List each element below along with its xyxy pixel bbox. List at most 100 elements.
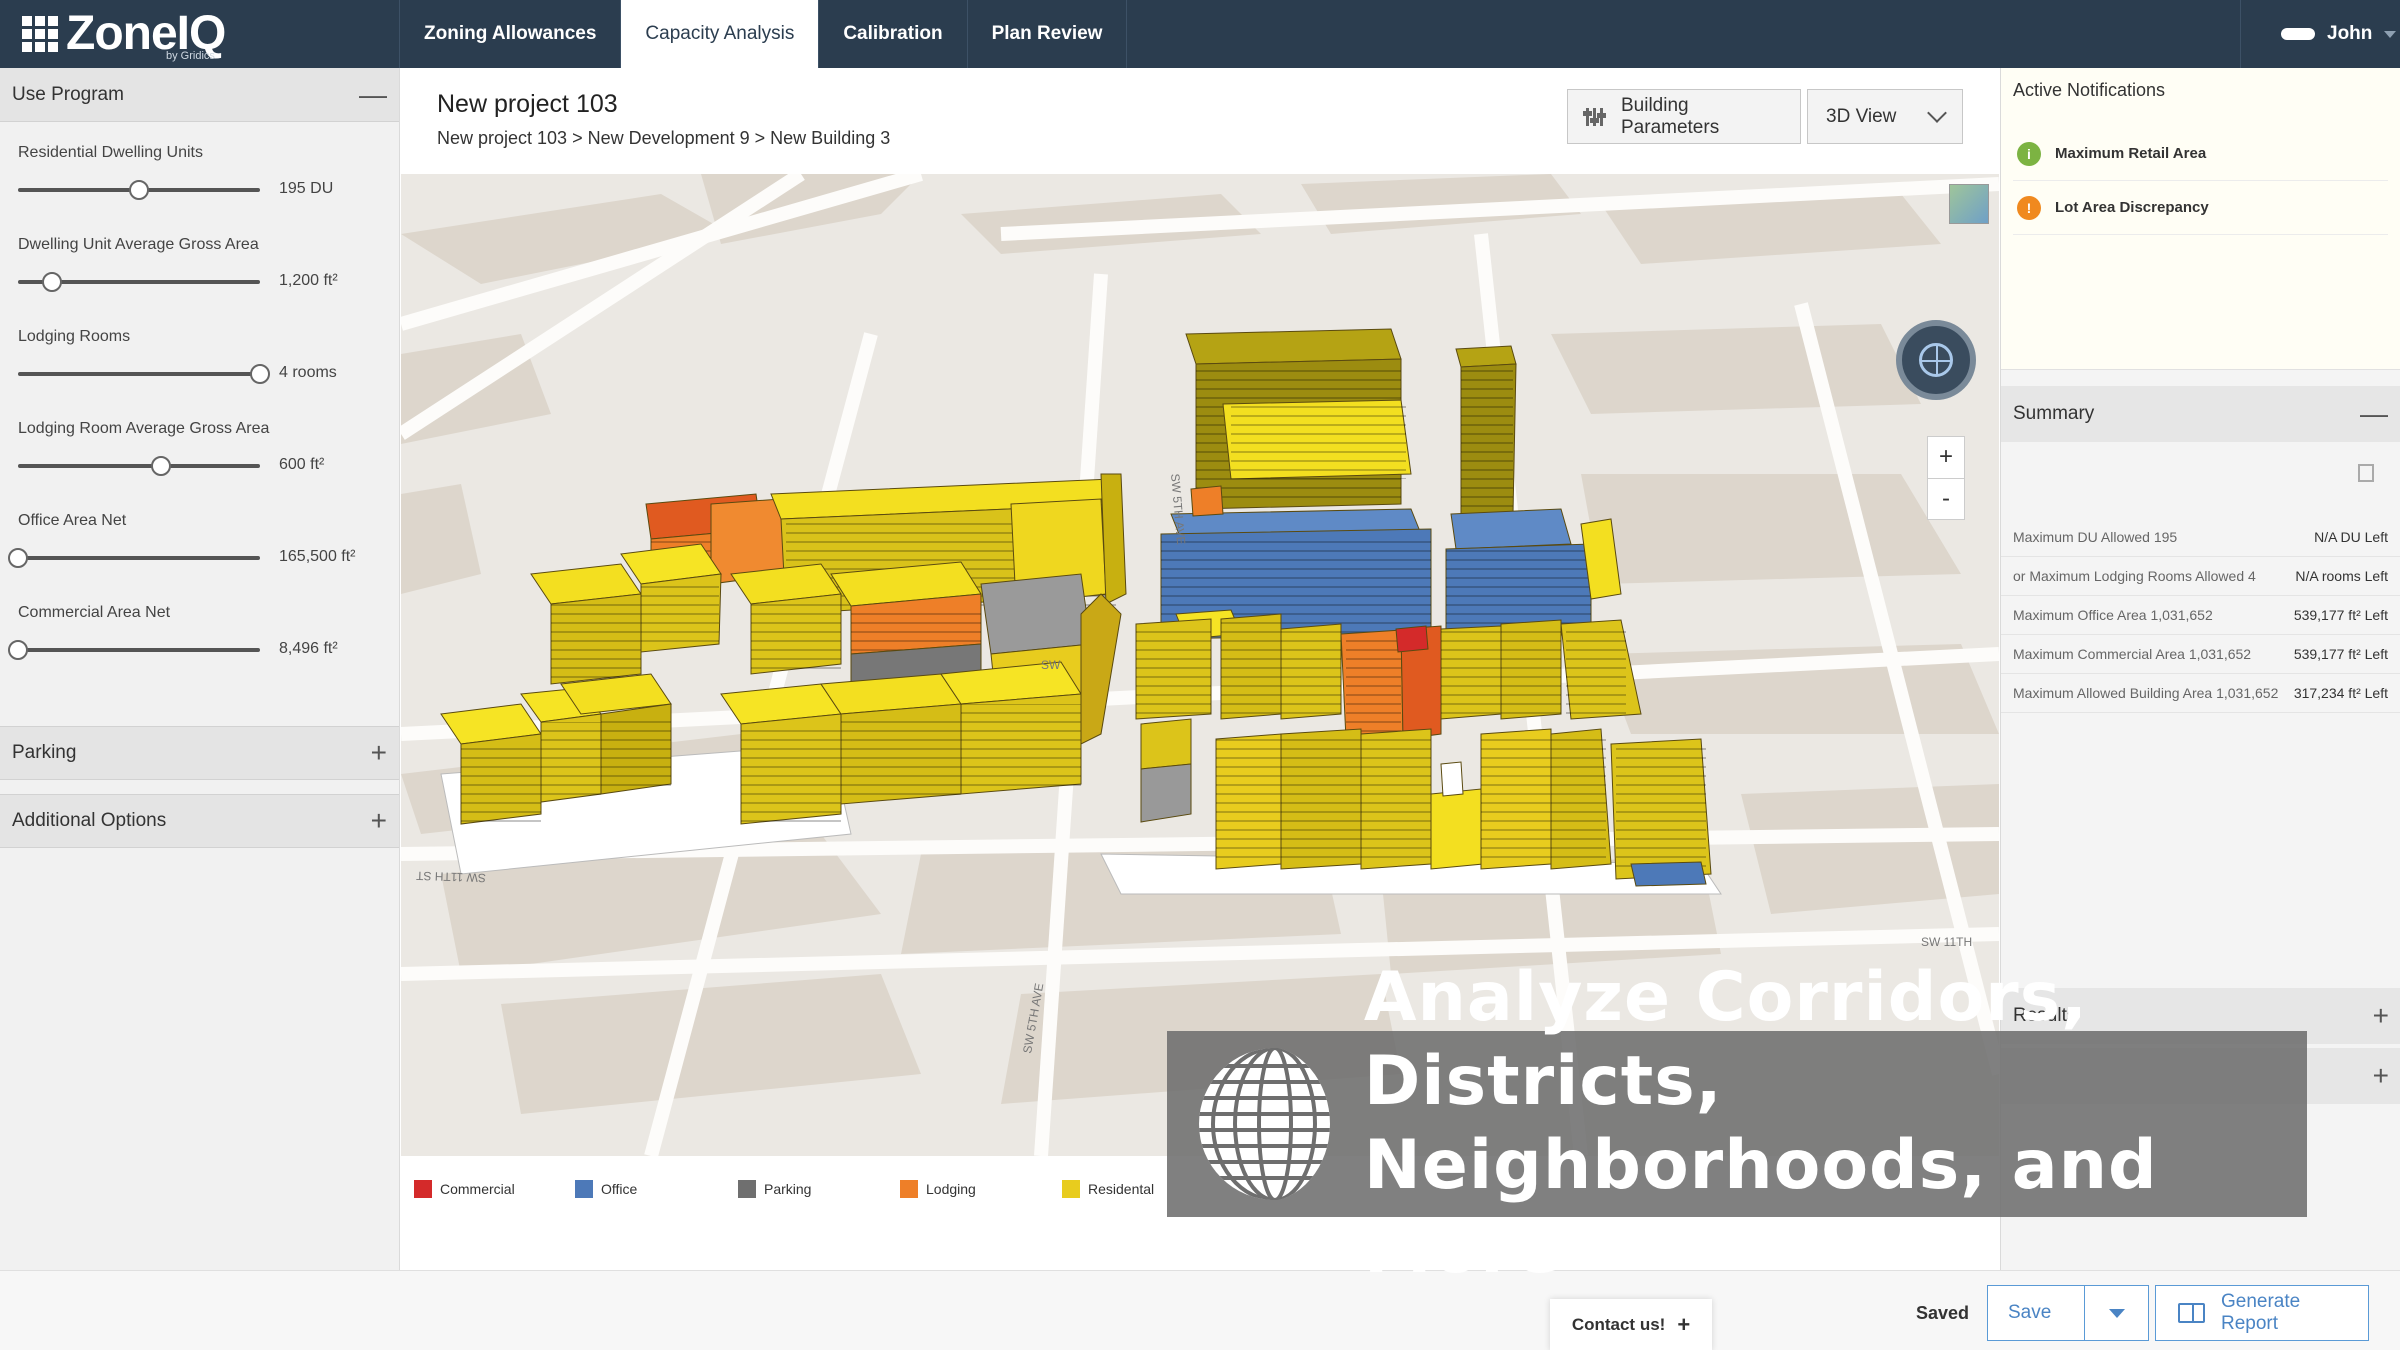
summary-toolbar: [2001, 442, 2400, 518]
slider-track[interactable]: [8, 548, 260, 568]
download-icon[interactable]: [2358, 464, 2374, 482]
generate-report-button[interactable]: Generate Report: [2155, 1285, 2369, 1341]
plus-icon: +: [1677, 1312, 1691, 1337]
slider-thumb[interactable]: [8, 640, 28, 660]
building-parameters-button[interactable]: Building Parameters: [1567, 89, 1801, 144]
notification-item[interactable]: ! Lot Area Discrepancy: [2013, 181, 2388, 235]
additional-options-title: Additional Options: [12, 810, 167, 831]
tab-calibration[interactable]: Calibration: [819, 0, 968, 68]
slider-label: Lodging Room Average Gross Area: [18, 420, 270, 437]
zoom-out-button[interactable]: -: [1928, 479, 1964, 520]
active-notifications: Active Notifications i Maximum Retail Ar…: [2001, 68, 2400, 370]
legend-swatch: [1062, 1180, 1080, 1198]
summary-label: Maximum Commercial Area 1,031,652: [2013, 646, 2252, 662]
summary-value: 317,234 ft² Left: [2293, 685, 2388, 701]
chevron-down-icon: [2384, 30, 2397, 38]
user-menu[interactable]: John: [2240, 0, 2400, 68]
summary-value: N/A DU Left: [2314, 529, 2388, 545]
legend-item-residental: Residental: [1062, 1180, 1154, 1198]
project-header: New project 103 New project 103 > New De…: [401, 68, 1999, 174]
notification-item[interactable]: i Maximum Retail Area: [2013, 127, 2388, 181]
slider-track[interactable]: [8, 640, 260, 660]
slider-thumb[interactable]: [250, 364, 270, 384]
use-program-title: Use Program: [12, 83, 124, 105]
info-icon: i: [2017, 141, 2041, 166]
legend-item-lodging: Lodging: [900, 1180, 976, 1198]
page-title: New project 103: [437, 90, 618, 118]
notification-label: Maximum Retail Area: [2055, 145, 2207, 162]
view-mode-value: 3D View: [1826, 105, 1897, 127]
building-parameters-label: Building Parameters: [1621, 94, 1720, 138]
save-options-button[interactable]: [2085, 1285, 2149, 1341]
logo-grid-icon: [22, 16, 58, 52]
legend-label: Lodging: [926, 1181, 976, 1197]
compass-control[interactable]: [1896, 320, 1976, 400]
save-button[interactable]: Save: [1987, 1285, 2085, 1341]
contact-label: Contact us!: [1571, 1315, 1666, 1334]
slider-label: Residential Dwelling Units: [18, 144, 203, 161]
legend-label: Residental: [1088, 1181, 1155, 1197]
expand-icon[interactable]: +: [371, 739, 387, 767]
summary-header[interactable]: Summary —: [2001, 386, 2400, 442]
summary-value: 539,177 ft² Left: [2293, 607, 2388, 623]
slider-value: 195 DU: [279, 180, 334, 197]
summary-label: or Maximum Lodging Rooms Allowed 4: [2013, 568, 2256, 584]
banner-text: Analyze Corridors, Districts, Neighborho…: [1364, 956, 2307, 1292]
zoom-in-button[interactable]: +: [1928, 437, 1964, 479]
legend-label: Office: [601, 1181, 638, 1197]
summary-value: N/A rooms Left: [2295, 568, 2388, 584]
save-status: Saved: [1916, 1303, 1970, 1323]
slider-track[interactable]: [18, 364, 270, 384]
slider-thumb[interactable]: [8, 548, 28, 568]
expand-icon[interactable]: +: [2373, 1000, 2389, 1032]
slider-track[interactable]: [18, 180, 260, 200]
logo-subtitle: by Gridics: [166, 50, 215, 62]
summary-label: Maximum Office Area 1,031,652: [2013, 607, 2213, 623]
slider-office-area: Office Area Net 165,500 ft²: [0, 512, 399, 604]
summary-body: Maximum DU Allowed 195 N/A DU Left or Max…: [2001, 442, 2400, 1002]
slider-thumb[interactable]: [150, 456, 171, 476]
summary-row: Maximum Office Area 1,031,652 539,177 ft²…: [2001, 596, 2400, 635]
legend-swatch: [414, 1180, 432, 1198]
expand-icon[interactable]: +: [2373, 1060, 2389, 1092]
additional-options-header[interactable]: Additional Options +: [0, 794, 399, 848]
legend-label: Commercial: [440, 1181, 515, 1197]
tab-zoning-allowances[interactable]: Zoning Allowances: [400, 0, 622, 68]
slider-value: 165,500 ft²: [279, 548, 356, 565]
contact-us-button[interactable]: Contact us! +: [1550, 1299, 1712, 1350]
summary-label: Maximum DU Allowed 195: [2013, 529, 2178, 545]
breadcrumb[interactable]: New project 103 > New Development 9 > Ne…: [437, 128, 890, 149]
book-icon: [2178, 1303, 2205, 1323]
basemap-toggle[interactable]: [1949, 184, 1989, 224]
use-program-header[interactable]: Use Program —: [0, 68, 399, 122]
collapse-icon[interactable]: —: [2360, 398, 2388, 430]
use-program-body: Residential Dwelling Units 195 DU Dwelli…: [0, 122, 399, 726]
legend-label: Parking: [764, 1181, 812, 1197]
slider-thumb[interactable]: [129, 180, 149, 200]
slider-value: 600 ft²: [279, 456, 325, 473]
slider-value: 8,496 ft²: [279, 640, 338, 657]
parking-header[interactable]: Parking +: [0, 726, 399, 780]
app-logo[interactable]: ZoneIQ by Gridics: [0, 0, 400, 68]
slider-lodging-gross-area: Lodging Room Average Gross Area 600 ft²: [0, 420, 399, 512]
slider-thumb[interactable]: [41, 272, 62, 292]
left-panel: Use Program — Residential Dwelling Units…: [0, 68, 400, 1270]
summary-value: 539,177 ft² Left: [2293, 646, 2388, 662]
tab-plan-review[interactable]: Plan Review: [968, 0, 1128, 68]
summary-label: Maximum Allowed Building Area 1,031,652: [2013, 685, 2279, 701]
sliders-icon: [1583, 107, 1606, 126]
parking-title: Parking: [12, 742, 77, 763]
banner-line-1: Analyze Corridors, Districts,: [1363, 958, 2089, 1121]
slider-track[interactable]: [18, 456, 260, 476]
summary-title: Summary: [2013, 403, 2095, 424]
legend-swatch: [900, 1180, 918, 1198]
svg-text:SW 11TH ST: SW 11TH ST: [415, 869, 486, 885]
slider-label: Commercial Area Net: [18, 604, 171, 621]
view-mode-select[interactable]: 3D View: [1807, 89, 1963, 144]
legend-swatch: [738, 1180, 756, 1198]
expand-icon[interactable]: +: [371, 807, 387, 835]
slider-track[interactable]: [18, 272, 260, 292]
user-name: John: [2327, 23, 2373, 44]
tab-capacity-analysis[interactable]: Capacity Analysis: [621, 0, 820, 68]
collapse-icon[interactable]: —: [359, 80, 387, 109]
